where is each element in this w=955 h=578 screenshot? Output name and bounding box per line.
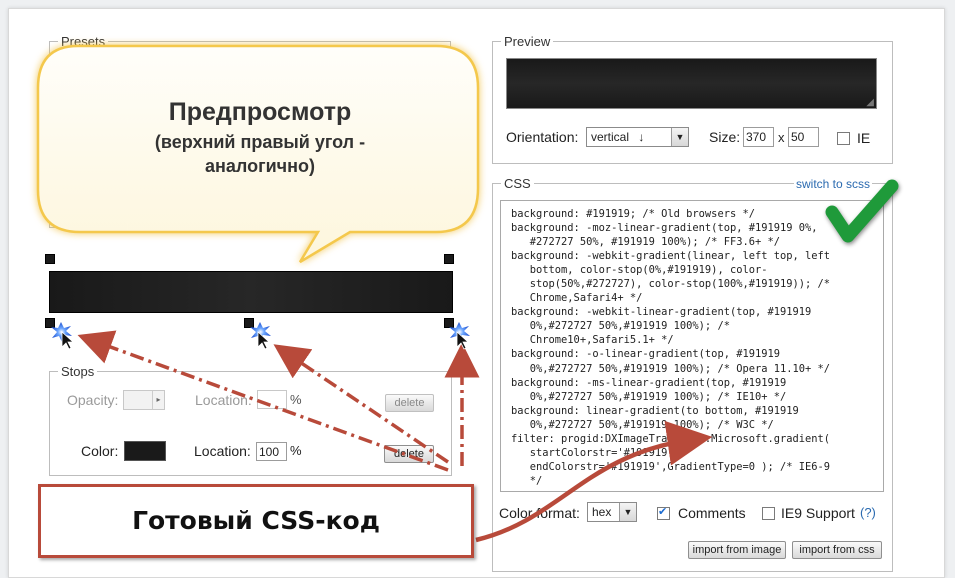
check-icon (825, 179, 899, 243)
bubble-title: Предпросмотр (168, 98, 352, 126)
speech-bubble (36, 44, 480, 264)
bubble-line-1: (верхний правый угол - (154, 132, 366, 152)
bubble-line-2: аналогично) (205, 156, 315, 176)
callout-text: Готовый CSS-код (132, 506, 380, 535)
css-callout-box: Готовый CSS-код (38, 484, 474, 558)
